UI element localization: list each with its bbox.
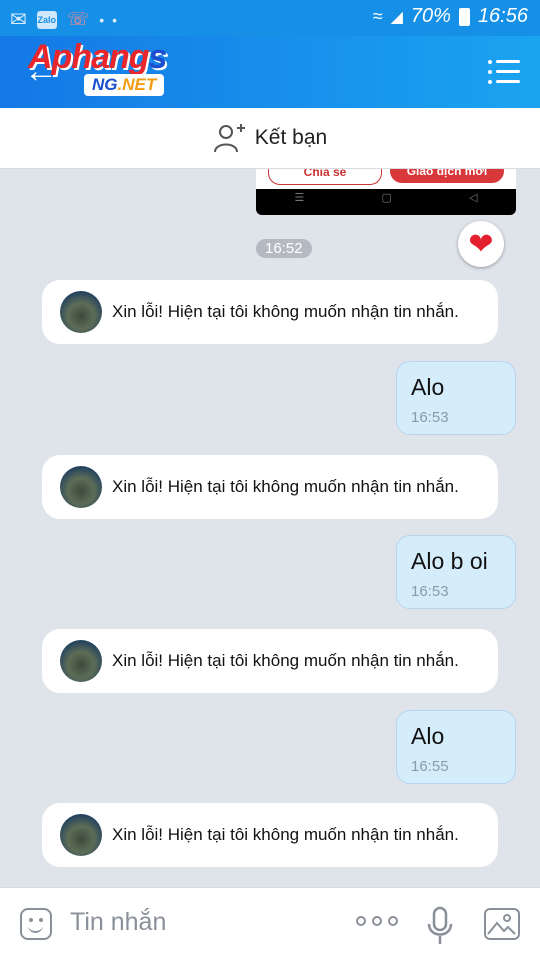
timestamp-pill: 16:52 <box>256 239 312 258</box>
share-button[interactable]: Chia sẻ <box>268 169 382 185</box>
avatar[interactable] <box>60 640 102 682</box>
message-text: Alo <box>411 374 445 400</box>
message-text: Alo b oi <box>411 548 488 574</box>
back-icon: ◁ <box>468 192 478 204</box>
outgoing-message[interactable]: Alo 16:55 <box>396 710 516 784</box>
logo-badge: NG.NET <box>84 74 165 96</box>
avatar[interactable] <box>60 814 102 856</box>
incoming-message[interactable]: Xin lỗi! Hiện tại tôi không muốn nhận ti… <box>42 803 498 867</box>
outgoing-message[interactable]: Alo b oi 16:53 <box>396 535 516 609</box>
add-friend-icon <box>213 124 245 153</box>
message-text: Xin lỗi! Hiện tại tôi không muốn nhận ti… <box>112 825 459 844</box>
battery-icon <box>458 7 470 26</box>
message-input-bar: Tin nhắn <box>0 887 540 961</box>
watermark-logo: Aphangs NG.NET <box>28 38 168 96</box>
recents-icon: ☰ <box>294 192 305 204</box>
more-notifications-indicator: • • <box>99 11 119 28</box>
chat-header: ← Aphangs NG.NET <box>0 36 540 108</box>
message-time: 16:53 <box>411 583 449 600</box>
message-input[interactable]: Tin nhắn <box>70 908 166 937</box>
logo-text: Aphang <box>28 38 150 76</box>
clock: 16:56 <box>477 5 528 27</box>
menu-icon[interactable] <box>488 58 520 86</box>
chat-area[interactable]: Chia sẻ Giao dịch mới ☰ ▢ ◁ ❤ 16:52 Xin … <box>0 169 540 887</box>
incoming-message[interactable]: Xin lỗi! Hiện tại tôi không muốn nhận ti… <box>42 455 498 519</box>
battery-percent: 70% <box>410 5 451 27</box>
logo-text-s: s <box>148 38 168 76</box>
more-options-icon[interactable] <box>356 916 398 926</box>
card-nav-row: ☰ ▢ ◁ <box>256 191 516 204</box>
avatar[interactable] <box>60 466 102 508</box>
missed-call-icon: ☏ <box>66 9 90 29</box>
message-notification-icon: ✉ <box>10 9 27 31</box>
message-text: Alo <box>411 723 445 749</box>
outgoing-message[interactable]: Alo 16:53 <box>396 361 516 435</box>
home-icon: ▢ <box>381 192 392 204</box>
zalo-notification-icon: Zalo <box>36 10 57 29</box>
heart-reaction-icon[interactable]: ❤ <box>458 221 504 267</box>
image-icon[interactable] <box>484 908 520 940</box>
avatar[interactable] <box>60 291 102 333</box>
message-text: Xin lỗi! Hiện tại tôi không muốn nhận ti… <box>112 302 459 321</box>
message-text: Xin lỗi! Hiện tại tôi không muốn nhận ti… <box>112 651 459 670</box>
wifi-icon: ≈ <box>372 6 383 26</box>
add-friend-bar[interactable]: Kết bạn <box>0 108 540 169</box>
shared-card[interactable]: Chia sẻ Giao dịch mới ☰ ▢ ◁ <box>256 169 516 215</box>
incoming-message[interactable]: Xin lỗi! Hiện tại tôi không muốn nhận ti… <box>42 629 498 693</box>
message-time: 16:55 <box>411 758 449 775</box>
signal-icon: ◢ <box>390 8 403 26</box>
status-bar: ✉ Zalo ☏ • • ≈ ◢ 70% 16:56 <box>0 0 540 36</box>
add-friend-label: Kết bạn <box>254 126 328 149</box>
message-time: 16:53 <box>411 409 449 426</box>
incoming-message[interactable]: Xin lỗi! Hiện tại tôi không muốn nhận ti… <box>42 280 498 344</box>
emoji-icon[interactable] <box>20 908 52 940</box>
message-text: Xin lỗi! Hiện tại tôi không muốn nhận ti… <box>112 477 459 496</box>
new-deal-button[interactable]: Giao dịch mới <box>390 169 504 183</box>
microphone-icon[interactable] <box>426 906 454 946</box>
